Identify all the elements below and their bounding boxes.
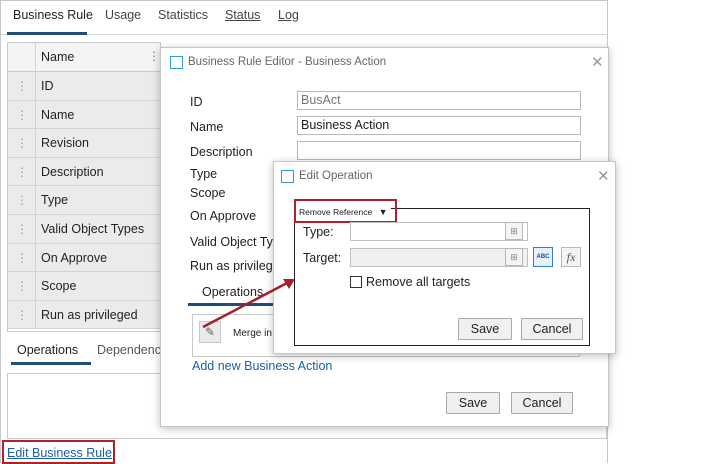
arrow-line <box>202 281 288 329</box>
callout-arrow <box>202 279 295 329</box>
